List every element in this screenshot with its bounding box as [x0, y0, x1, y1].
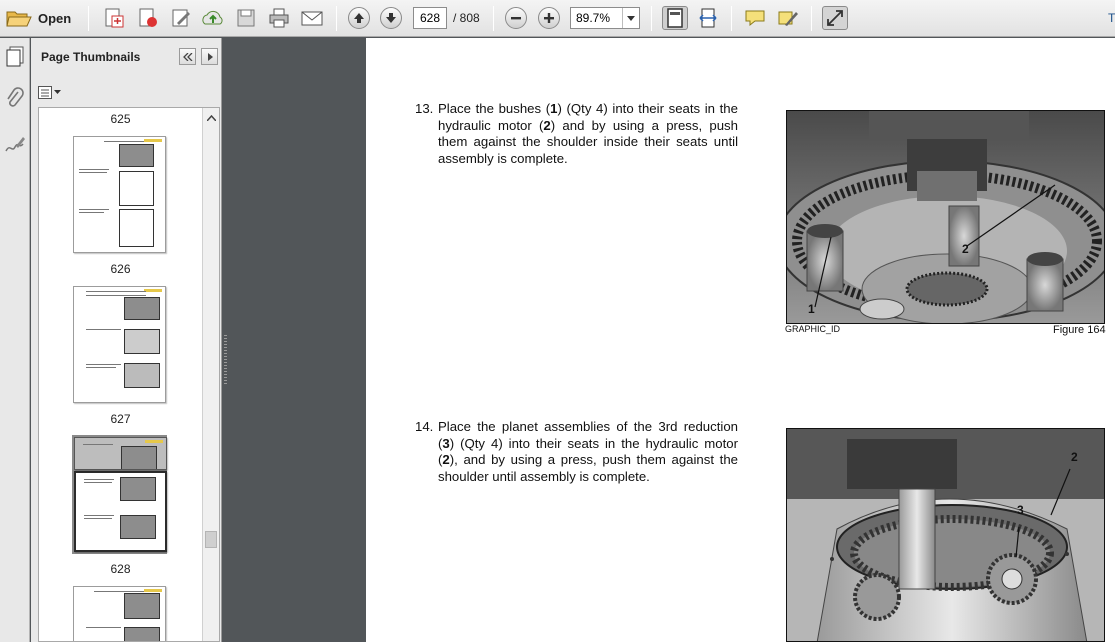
highlight-button[interactable]: [775, 6, 801, 30]
scroll-up-button[interactable]: [205, 112, 217, 124]
save-icon: [237, 9, 255, 27]
callout-2: 2: [962, 242, 969, 256]
navigation-strip: [0, 38, 30, 642]
edit-icon: [172, 9, 190, 27]
double-chevron-left-icon: [182, 52, 192, 61]
thumbnails-header: Page Thumbnails: [31, 38, 222, 78]
open-button[interactable]: Open: [2, 6, 75, 30]
zoom-dropdown-button[interactable]: [622, 8, 639, 28]
thumbnail-page-label: 627: [110, 412, 131, 426]
thumbnail-options-button[interactable]: [38, 83, 64, 101]
page-thumbnail[interactable]: [73, 286, 166, 403]
previous-page-button[interactable]: [346, 6, 372, 30]
create-pdf-icon: [105, 8, 124, 28]
upload-button[interactable]: [200, 6, 226, 30]
figure-photo-planets: [786, 428, 1105, 642]
figure-photo-bushes: [786, 110, 1105, 324]
toolbar-separator: [811, 6, 812, 31]
expand-button[interactable]: [822, 6, 848, 30]
signatures-icon: [5, 137, 25, 152]
zoom-value: 89.7%: [576, 11, 611, 25]
page-thumbnail[interactable]: [73, 136, 166, 253]
thumbnail-scrollbar[interactable]: [202, 108, 219, 641]
comment-button[interactable]: [742, 6, 768, 30]
page-thumbnails-panel: Page Thumbnails 625 626 627 628: [31, 38, 222, 642]
email-icon: [301, 11, 323, 26]
toolbar-separator: [731, 6, 732, 31]
step-number: 14.: [415, 419, 434, 434]
photo-motor-planets: [787, 429, 1104, 641]
create-pdf-button[interactable]: [101, 6, 127, 30]
edit-button[interactable]: [168, 6, 194, 30]
photo-motor-bushes: [787, 111, 1104, 323]
toolbar-overflow-text[interactable]: T: [1108, 11, 1115, 25]
print-icon: [269, 8, 289, 28]
page-thumbnail-selected[interactable]: [74, 471, 167, 552]
toolbar-separator: [651, 6, 652, 31]
toolbar-separator: [88, 6, 89, 31]
zoom-out-icon: [511, 17, 521, 20]
save-button[interactable]: [233, 6, 259, 30]
chevron-down-icon: [54, 90, 61, 94]
zoom-in-icon: [544, 13, 554, 23]
splitter-grip[interactable]: [224, 335, 227, 385]
email-button[interactable]: [299, 6, 325, 30]
thumbnail-list[interactable]: 625 626 627 628: [38, 107, 220, 642]
thumbnail-page-label: 626: [110, 262, 131, 276]
callout-1: 1: [808, 302, 815, 316]
thumbnails-title: Page Thumbnails: [41, 50, 141, 64]
document-page: 13. Place the bushes (1) (Qty 4) into th…: [366, 38, 1115, 642]
next-page-icon: [386, 13, 396, 23]
page-total: / 808: [453, 11, 480, 25]
callout-2: 2: [1071, 450, 1078, 464]
step-number: 13.: [415, 101, 434, 116]
zoom-select[interactable]: 89.7%: [570, 7, 640, 29]
signatures-nav-button[interactable]: [3, 132, 27, 158]
zoom-out-button[interactable]: [503, 6, 529, 30]
print-button[interactable]: [266, 6, 292, 30]
open-label: Open: [38, 10, 72, 26]
fit-page-button[interactable]: [662, 6, 688, 30]
zoom-in-button[interactable]: [536, 6, 562, 30]
print-pdf-icon: [139, 8, 157, 27]
scrollbar-thumb[interactable]: [205, 531, 217, 548]
page-thumbnail-top-part[interactable]: [74, 437, 167, 470]
page-number-input[interactable]: 628: [413, 7, 447, 29]
upload-icon: [202, 10, 223, 25]
thumbnail-page-label: 628: [110, 562, 131, 576]
next-page-button[interactable]: [378, 6, 404, 30]
toolbar-separator: [493, 6, 494, 31]
fit-width-button[interactable]: [695, 6, 721, 30]
step-text: Place the bushes (1) (Qty 4) into their …: [438, 101, 738, 166]
highlight-icon: [778, 11, 798, 26]
attachments-icon: [7, 87, 24, 107]
expand-icon: [827, 10, 843, 26]
step-text: Place the planet assemblies of the 3rd r…: [438, 419, 738, 484]
attachments-nav-button[interactable]: [3, 86, 27, 112]
comment-icon: [745, 10, 765, 27]
fit-width-icon: [699, 8, 717, 28]
callout-3: 3: [1017, 503, 1024, 517]
page-thumbnail[interactable]: [73, 586, 166, 641]
page-thumbnails-icon: [6, 46, 24, 67]
print-pdf-button[interactable]: [135, 6, 161, 30]
folder-open-icon: [6, 11, 32, 27]
collapse-panel-button[interactable]: [179, 48, 196, 65]
options-list-icon: [38, 85, 52, 99]
figure-caption: Figure 164: [1053, 324, 1106, 336]
chevron-up-icon: [206, 115, 216, 121]
chevron-down-icon: [627, 15, 636, 21]
page-thumbnails-nav-button[interactable]: [3, 44, 27, 70]
toolbar: Open 628 / 808 89.7% T: [0, 0, 1115, 37]
toolbar-separator: [336, 6, 337, 31]
previous-page-icon: [354, 13, 364, 23]
panel-menu-button[interactable]: [201, 48, 218, 65]
fit-page-icon: [667, 8, 683, 28]
thumbnail-page-label: 625: [110, 112, 131, 126]
triangle-right-icon: [207, 52, 213, 61]
graphic-id-caption: GRAPHIC_ID: [785, 324, 841, 334]
